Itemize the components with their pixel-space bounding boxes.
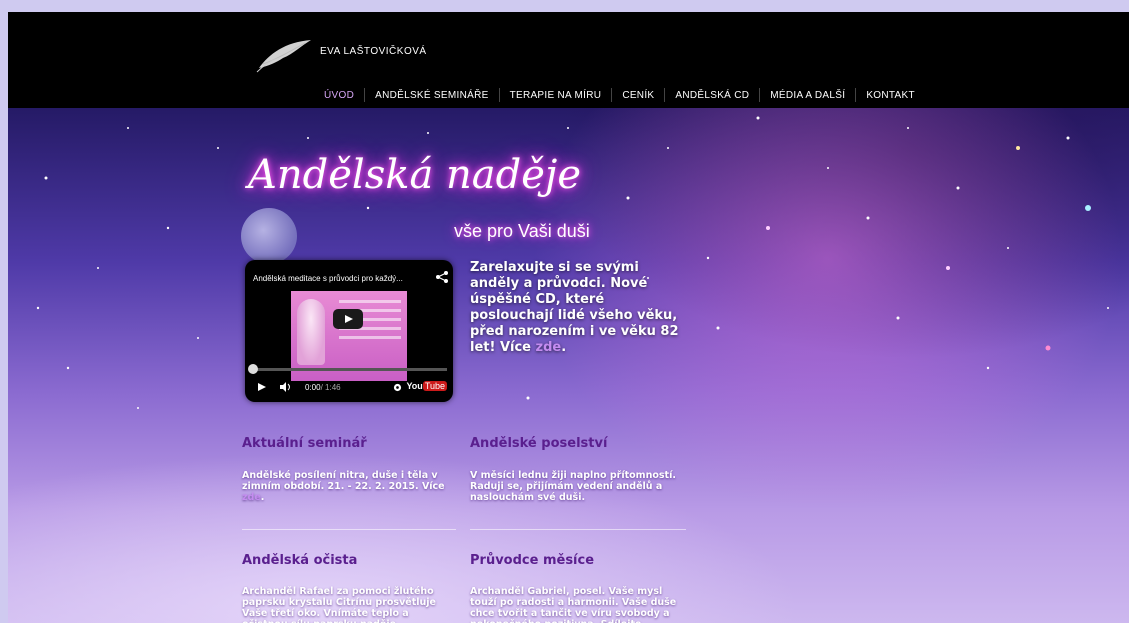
promo-text: Zarelaxujte si se svými anděly a průvodc… xyxy=(470,260,690,356)
nav-item-uvod[interactable]: ÚVOD xyxy=(314,90,364,101)
nav-item-media[interactable]: MÉDIA A DALŠÍ xyxy=(760,90,855,101)
seminar-end: . xyxy=(260,492,265,503)
youtube-logo-you: You xyxy=(406,381,423,391)
brand-name[interactable]: EVA LAŠTOVIČKOVÁ xyxy=(320,46,427,57)
progress-knob[interactable] xyxy=(248,364,258,374)
youtube-logo-tube: Tube xyxy=(422,381,447,391)
section-title-pruvodce: Průvodce měsíce xyxy=(470,553,595,568)
hero-background: Andělská naděje vše pro Vaši duši Anděls… xyxy=(8,108,1129,623)
section-text-pruvodce: Archanděl Gabriel, posel. Vaše mysl touž… xyxy=(470,586,677,623)
share-icon[interactable] xyxy=(435,270,449,284)
page-title: Andělská naděje xyxy=(248,152,582,198)
play-icon[interactable] xyxy=(257,382,267,392)
nav-item-seminare[interactable]: ANDĚLSKÉ SEMINÁŘE xyxy=(365,90,498,101)
youtube-logo[interactable]: You Tube xyxy=(406,381,447,391)
video-time-total: / 1:46 xyxy=(320,382,341,392)
section-title-seminar: Aktuální seminář xyxy=(242,436,367,451)
section-text-seminar: Andělské posílení nitra, duše i těla v z… xyxy=(242,470,452,503)
video-player[interactable]: Andělská meditace s průvodci pro každý..… xyxy=(245,260,453,402)
progress-bar[interactable] xyxy=(253,368,447,371)
seminar-link[interactable]: zde xyxy=(242,492,261,503)
section-title-ocista: Andělská očista xyxy=(242,553,358,568)
section-title-poselstvi: Andělské poselství xyxy=(470,436,608,451)
play-button[interactable] xyxy=(333,309,363,329)
page-frame: EVA LAŠTOVIČKOVÁ ÚVOD ANDĚLSKÉ SEMINÁŘE … xyxy=(8,12,1129,623)
promo-link[interactable]: zde xyxy=(536,340,562,355)
promo-end: . xyxy=(561,340,567,355)
page-subtitle: vše pro Vaši duši xyxy=(454,221,590,241)
volume-icon[interactable] xyxy=(279,382,293,392)
nav-item-cenik[interactable]: CENÍK xyxy=(612,90,664,101)
section-text-poselstvi: V měsíci lednu žiji naplno přítomností. … xyxy=(470,470,676,503)
main-nav: ÚVOD ANDĚLSKÉ SEMINÁŘE TERAPIE NA MÍRU C… xyxy=(314,88,925,102)
feather-logo-icon[interactable] xyxy=(255,34,315,74)
section-divider xyxy=(242,529,456,530)
video-time-current: 0:00 xyxy=(305,382,321,392)
section-divider xyxy=(470,529,686,530)
nav-item-kontakt[interactable]: KONTAKT xyxy=(856,90,925,101)
section-text-ocista: Archanděl Rafael za pomoci žlutého paprs… xyxy=(242,586,436,623)
thumbnail-figure xyxy=(297,299,325,365)
promo-body: Zarelaxujte si se svými anděly a průvodc… xyxy=(470,260,679,355)
seminar-text: Andělské posílení nitra, duše i těla v z… xyxy=(242,470,445,492)
moon-decoration xyxy=(241,208,297,264)
settings-gear-icon[interactable] xyxy=(393,383,402,392)
nav-item-cd[interactable]: ANDĚLSKÁ CD xyxy=(665,90,759,101)
nav-item-terapie[interactable]: TERAPIE NA MÍRU xyxy=(500,90,612,101)
video-title[interactable]: Andělská meditace s průvodci pro každý..… xyxy=(253,274,433,283)
top-header: EVA LAŠTOVIČKOVÁ ÚVOD ANDĚLSKÉ SEMINÁŘE … xyxy=(8,12,1129,108)
